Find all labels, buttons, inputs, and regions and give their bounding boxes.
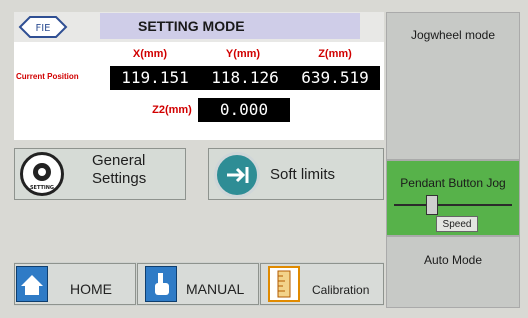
calibration-label: Calibration — [312, 283, 370, 297]
fie-logo: FIE — [18, 14, 68, 40]
z-axis-label: Z(mm) — [318, 48, 352, 60]
home-label: HOME — [70, 281, 112, 297]
auto-mode-button[interactable] — [386, 236, 520, 308]
hand-icon — [145, 266, 177, 302]
manual-label: MANUAL — [186, 281, 245, 297]
home-icon — [16, 266, 48, 302]
current-position-label: Current Position — [16, 72, 79, 81]
speed-slider-track[interactable] — [394, 204, 512, 206]
z2-position-value: 0.000 — [198, 98, 290, 122]
pendant-button-jog-label: Pendant Button Jog — [400, 176, 506, 190]
y-position-value: 118.126 — [200, 66, 290, 90]
page-title: SETTING MODE — [100, 13, 360, 39]
speed-slider-thumb[interactable] — [425, 195, 438, 215]
speed-label: Speed — [436, 216, 478, 232]
z-position-value: 639.519 — [290, 66, 380, 90]
z2-axis-label: Z2(mm) — [152, 104, 192, 116]
x-axis-label: X(mm) — [132, 48, 168, 60]
svg-text:SETTING: SETTING — [30, 185, 54, 191]
x-position-value: 119.151 — [110, 66, 200, 90]
soft-limits-label: Soft limits — [270, 166, 336, 183]
gear-icon: SETTING — [20, 152, 64, 196]
arrow-right-icon — [214, 152, 260, 198]
ruler-icon — [268, 266, 300, 302]
auto-mode-label: Auto Mode — [423, 253, 483, 267]
svg-text:FIE: FIE — [35, 23, 50, 34]
jogwheel-mode-label: Jogwheel mode — [410, 28, 496, 42]
y-axis-label: Y(mm) — [225, 48, 261, 60]
general-settings-label: General Settings — [92, 152, 147, 187]
